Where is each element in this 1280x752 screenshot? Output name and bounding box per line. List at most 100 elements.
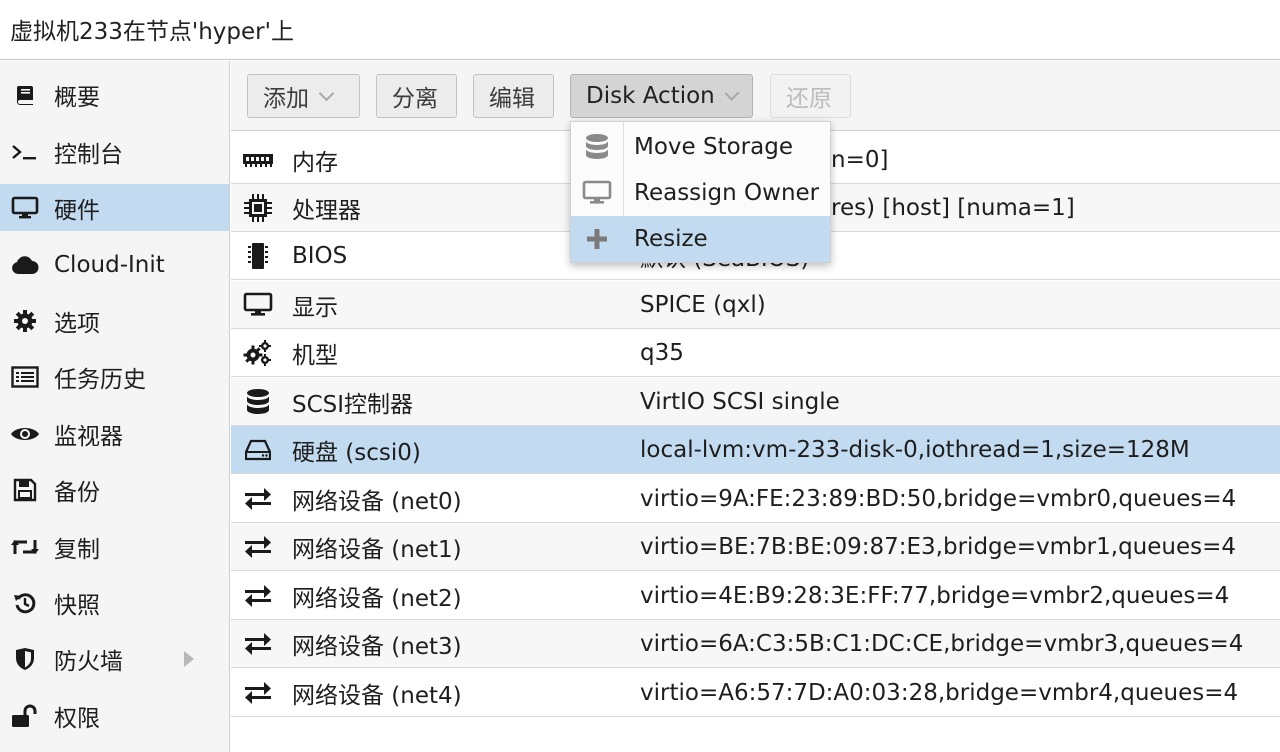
sidebar-item-hardware[interactable]: 硬件: [0, 184, 229, 231]
shield-icon: [10, 647, 40, 671]
memory-icon: [235, 152, 281, 168]
database-icon: [571, 133, 623, 161]
row-name: 网络设备 (net1): [292, 536, 462, 563]
table-row[interactable]: 网络设备 (net4) virtio=A6:57:7D:A0:03:28,bri…: [231, 669, 1280, 717]
row-value: n=0]: [831, 146, 889, 173]
sidebar-item-replication[interactable]: 复制: [0, 523, 229, 570]
plus-icon: [571, 228, 623, 250]
terminal-icon: [10, 142, 40, 162]
menu-item-label: Reassign Owner: [634, 180, 820, 206]
row-value: res) [host] [numa=1]: [831, 194, 1075, 221]
row-name: 内存: [292, 149, 338, 176]
sidebar-item-firewall[interactable]: 防火墙: [0, 635, 229, 682]
microchip-icon: [235, 241, 281, 271]
disk-action-button-label: Disk Action: [586, 83, 715, 109]
sidebar-item-snapshots[interactable]: 快照: [0, 579, 229, 626]
row-value: SPICE (qxl): [640, 291, 766, 318]
add-button-label: 添加: [263, 86, 309, 112]
sidebar-item-options[interactable]: 选项: [0, 297, 229, 344]
row-value: q35: [640, 339, 684, 366]
menu-item-label: Move Storage: [634, 134, 793, 160]
row-name: 网络设备 (net3): [292, 633, 462, 660]
row-value: virtio=9A:FE:23:89:BD:50,bridge=vmbr0,qu…: [640, 485, 1237, 512]
gear-icon: [10, 309, 40, 333]
cogs-icon: [235, 339, 281, 367]
chevron-down-icon: [318, 85, 335, 101]
sidebar-item-backup[interactable]: 备份: [0, 466, 229, 513]
row-value: virtio=6A:C3:5B:C1:DC:CE,bridge=vmbr3,qu…: [640, 630, 1244, 657]
menu-item-label: Resize: [634, 226, 708, 252]
exchange-icon: [235, 487, 281, 510]
sidebar-item-summary[interactable]: 概要: [0, 71, 229, 118]
exchange-icon: [235, 681, 281, 704]
sidebar-item-label: 快照: [54, 592, 100, 619]
sidebar-item-task-history[interactable]: 任务历史: [0, 353, 229, 400]
unlock-icon: [10, 704, 40, 728]
expand-arrow-icon[interactable]: [184, 651, 194, 667]
sidebar-item-permissions[interactable]: 权限: [0, 692, 229, 739]
edit-button-label: 编辑: [489, 86, 535, 112]
detach-button-label: 分离: [392, 86, 438, 112]
row-name: 机型: [292, 342, 338, 369]
row-name: 网络设备 (net4): [292, 682, 462, 709]
detach-button[interactable]: 分离: [376, 74, 457, 118]
table-row[interactable]: 网络设备 (net0) virtio=9A:FE:23:89:BD:50,bri…: [231, 475, 1280, 523]
add-button[interactable]: 添加: [247, 74, 360, 118]
cpu-icon: [235, 193, 281, 223]
sidebar-item-label: 监视器: [54, 423, 123, 450]
cloud-icon: [10, 254, 40, 276]
disk-action-button[interactable]: Disk Action: [570, 74, 753, 118]
menu-item-move-storage[interactable]: Move Storage: [571, 124, 830, 170]
sidebar-item-label: 概要: [54, 84, 100, 111]
floppy-icon: [10, 478, 40, 502]
sidebar-item-monitor[interactable]: 监视器: [0, 410, 229, 457]
table-row[interactable]: SCSI控制器 VirtIO SCSI single: [231, 378, 1280, 426]
sidebar: 概要 控制台 硬件 Cloud-Init 选项 任务历史 监视器 备份 复制 快…: [0, 61, 230, 752]
sidebar-item-label: 复制: [54, 536, 100, 563]
sidebar-item-label: 防火墙: [54, 648, 123, 675]
table-row[interactable]: 网络设备 (net2) virtio=4E:B9:28:3E:FF:77,bri…: [231, 572, 1280, 620]
eye-icon: [10, 424, 40, 444]
sidebar-item-cloud-init[interactable]: Cloud-Init: [0, 241, 229, 288]
sidebar-item-console[interactable]: 控制台: [0, 128, 229, 175]
row-name: 网络设备 (net2): [292, 585, 462, 612]
revert-button-label: 还原: [786, 86, 832, 112]
sidebar-item-label: 权限: [54, 705, 100, 732]
row-value: virtio=4E:B9:28:3E:FF:77,bridge=vmbr2,qu…: [640, 582, 1230, 609]
table-row[interactable]: 网络设备 (net3) virtio=6A:C3:5B:C1:DC:CE,bri…: [231, 620, 1280, 668]
table-row[interactable]: 显示 SPICE (qxl): [231, 281, 1280, 329]
table-row-selected[interactable]: 硬盘 (scsi0) local-lvm:vm-233-disk-0,iothr…: [231, 426, 1280, 474]
table-row[interactable]: 机型 q35: [231, 329, 1280, 377]
window-title: 虚拟机233在节点'hyper'上: [10, 19, 294, 45]
row-name: 显示: [292, 294, 338, 321]
row-name: BIOS: [292, 242, 348, 269]
desktop-icon: [10, 196, 40, 220]
exchange-icon: [235, 632, 281, 655]
history-icon: [10, 591, 40, 615]
menu-item-resize[interactable]: Resize: [571, 216, 830, 262]
row-value: VirtIO SCSI single: [640, 388, 840, 415]
row-name: 硬盘 (scsi0): [292, 439, 421, 466]
disk-action-menu: Move Storage Reassign Owner Resize: [570, 121, 831, 263]
hdd-icon: [235, 439, 281, 461]
row-name: 处理器: [292, 197, 361, 224]
chevron-down-icon: [724, 85, 740, 101]
edit-button[interactable]: 编辑: [473, 74, 554, 118]
desktop-icon: [571, 180, 623, 206]
sidebar-item-label: 控制台: [54, 141, 123, 168]
sidebar-item-label: 选项: [54, 310, 100, 337]
revert-button[interactable]: 还原: [770, 74, 851, 118]
row-name: 网络设备 (net0): [292, 488, 462, 515]
exchange-icon: [235, 535, 281, 558]
sidebar-item-label: Cloud-Init: [54, 251, 165, 278]
table-row[interactable]: 网络设备 (net1) virtio=BE:7B:BE:09:87:E3,bri…: [231, 523, 1280, 571]
menu-item-reassign-owner[interactable]: Reassign Owner: [571, 170, 830, 216]
desktop-icon: [235, 292, 281, 318]
book-icon: [10, 83, 40, 107]
window-titlebar: 虚拟机233在节点'hyper'上: [0, 0, 1280, 60]
row-value: local-lvm:vm-233-disk-0,iothread=1,size=…: [640, 436, 1190, 463]
row-value: virtio=A6:57:7D:A0:03:28,bridge=vmbr4,qu…: [640, 679, 1239, 706]
row-name: SCSI控制器: [292, 391, 414, 418]
exchange-icon: [235, 584, 281, 607]
list-icon: [10, 365, 40, 388]
